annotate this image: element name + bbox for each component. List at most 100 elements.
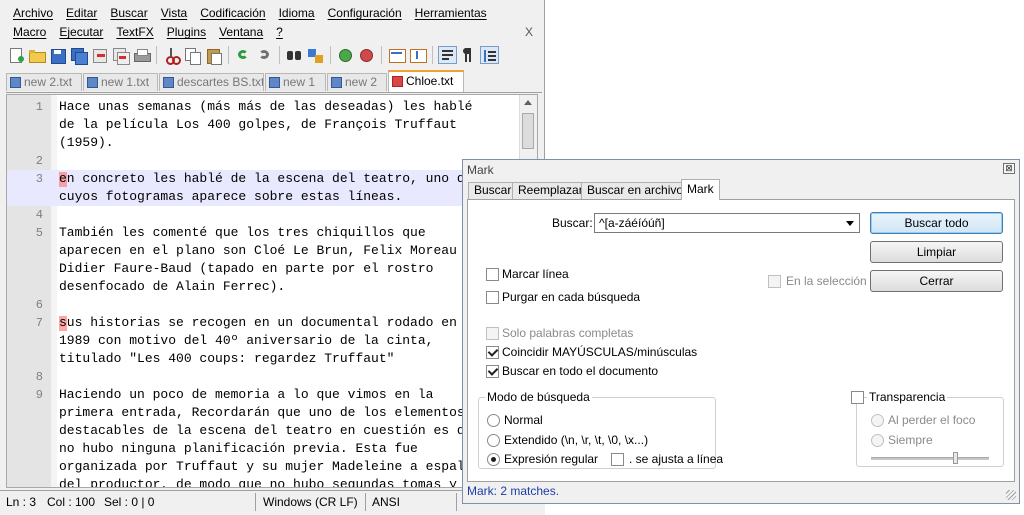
- sync-horizontal-icon[interactable]: [408, 46, 427, 64]
- tab-new-1[interactable]: new 1: [265, 73, 326, 91]
- slider-handle[interactable]: [953, 452, 958, 464]
- menu-configuracion[interactable]: Configuración: [325, 6, 405, 24]
- normal-radio[interactable]: [487, 414, 500, 427]
- editor-line[interactable]: de la película Los 400 golpes, de Franço…: [7, 116, 537, 134]
- search-combobox[interactable]: ^[a-záéíóúñ]: [594, 213, 860, 233]
- editor-line[interactable]: 2: [7, 152, 537, 170]
- editor-line[interactable]: destacables de la escena del teatro en c…: [7, 422, 537, 440]
- always-radio[interactable]: [871, 434, 884, 447]
- line-number: 3: [35, 172, 43, 186]
- editor-line[interactable]: 4: [7, 206, 537, 224]
- extended-radio[interactable]: [487, 434, 500, 447]
- purge-checkbox[interactable]: [486, 291, 499, 304]
- editor-line[interactable]: primera entrada, Recordarán que uno de l…: [7, 404, 537, 422]
- tab-descartes-bs-txt[interactable]: descartes BS.txt: [159, 73, 264, 91]
- text-editor[interactable]: 1 Hace unas semanas (más más de las desea…: [6, 94, 538, 488]
- editor-line[interactable]: aparecen en el plano son Cloé Le Brun, F…: [7, 242, 537, 260]
- show-all-chars-icon[interactable]: [459, 46, 478, 64]
- menu-ejecutar[interactable]: Ejecutar: [56, 25, 106, 43]
- zoom-out-icon[interactable]: [357, 46, 376, 64]
- find-icon[interactable]: [285, 46, 304, 64]
- new-file-icon[interactable]: [6, 46, 25, 64]
- mark-panel: Buscar: ^[a-záéíóúñ] Buscar todo Limpiar…: [467, 200, 1015, 482]
- open-file-icon[interactable]: [27, 46, 46, 64]
- editor-line[interactable]: 7 sus historias se recogen en un document…: [7, 314, 537, 332]
- editor-line[interactable]: (1959).: [7, 134, 537, 152]
- menu-herramientas[interactable]: Herramientas: [412, 6, 490, 24]
- chevron-down-icon[interactable]: [846, 221, 854, 226]
- editor-line[interactable]: 9 Haciendo un poco de memoria a lo que vi…: [7, 386, 537, 404]
- bookmark-line-checkbox[interactable]: [486, 268, 499, 281]
- menu-archivo[interactable]: Archivo: [10, 6, 56, 24]
- scrollbar-thumb[interactable]: [522, 113, 534, 149]
- tab-buscar-en-archivos[interactable]: Buscar en archivos: [581, 182, 696, 199]
- regex-radio[interactable]: [487, 453, 500, 466]
- editor-line[interactable]: 3 en concreto les hablé de la escena del …: [7, 170, 537, 188]
- editor-line[interactable]: titulado "Les 400 coups: regardez Truffa…: [7, 350, 537, 368]
- menu-editar[interactable]: Editar: [63, 6, 100, 24]
- menu-textfx[interactable]: TextFX: [113, 25, 156, 43]
- dot-newline-checkbox[interactable]: [611, 453, 624, 466]
- transparency-checkbox[interactable]: [851, 391, 864, 404]
- dialog-close-icon[interactable]: ⊠: [1003, 163, 1015, 174]
- paste-icon[interactable]: [204, 46, 223, 65]
- line-number: 5: [35, 226, 43, 240]
- scroll-up-icon[interactable]: [524, 100, 532, 105]
- undo-icon[interactable]: [234, 46, 253, 64]
- print-icon[interactable]: [132, 46, 151, 64]
- editor-line[interactable]: cuyos fotogramas aparece sobre estas lín…: [7, 188, 537, 206]
- line-number: 1: [35, 100, 43, 114]
- whole-word-checkbox[interactable]: [486, 327, 499, 340]
- transparency-slider[interactable]: [871, 452, 989, 464]
- dialog-title: Mark: [467, 163, 494, 177]
- editor-line[interactable]: 8: [7, 368, 537, 386]
- save-icon[interactable]: [48, 46, 67, 64]
- editor-line[interactable]: 6: [7, 296, 537, 314]
- close-document-icon[interactable]: X: [525, 25, 533, 39]
- wrap-around-label: Buscar en todo el documento: [502, 364, 659, 378]
- editor-line[interactable]: 5 También les comenté que los tres chiqui…: [7, 224, 537, 242]
- close-file-icon[interactable]: [90, 46, 109, 64]
- menu-codificacion[interactable]: Codificación: [197, 6, 268, 24]
- tab-new-1-txt[interactable]: new 1.txt: [83, 73, 158, 91]
- zoom-in-icon[interactable]: [336, 46, 355, 64]
- clear-button[interactable]: Limpiar: [870, 241, 1003, 263]
- word-wrap-icon[interactable]: [438, 46, 457, 64]
- wrap-around-checkbox[interactable]: [486, 365, 499, 378]
- copy-icon[interactable]: [183, 46, 202, 65]
- match-case-checkbox[interactable]: [486, 346, 499, 359]
- close-all-icon[interactable]: [111, 46, 130, 65]
- on-lose-focus-radio[interactable]: [871, 414, 884, 427]
- menu-macro[interactable]: Macro: [10, 25, 49, 43]
- redo-icon[interactable]: [255, 46, 274, 64]
- replace-icon[interactable]: [306, 46, 325, 64]
- menu-ventana[interactable]: Ventana: [216, 25, 266, 43]
- indent-guide-icon[interactable]: [480, 46, 499, 64]
- menu-idioma[interactable]: Idioma: [276, 6, 318, 24]
- save-all-icon[interactable]: [69, 46, 88, 65]
- editor-line[interactable]: organizada por Truffaut y su mujer Madel…: [7, 458, 537, 476]
- editor-line[interactable]: 1989 con motivo del 40º aniversario de l…: [7, 332, 537, 350]
- tab-chloe-txt[interactable]: Chloe.txt: [388, 70, 464, 92]
- menu-help[interactable]: ?: [273, 25, 286, 43]
- menu-plugins[interactable]: Plugins: [164, 25, 209, 43]
- editor-line[interactable]: no hubo ninguna planificación previa. Es…: [7, 440, 537, 458]
- tab-reemplazar[interactable]: Reemplazar: [512, 182, 589, 199]
- menu-buscar[interactable]: Buscar: [107, 6, 150, 24]
- menu-vista[interactable]: Vista: [158, 6, 190, 24]
- editor-line[interactable]: desenfocado de Alain Ferrec).: [7, 278, 537, 296]
- close-button[interactable]: Cerrar: [870, 270, 1003, 292]
- resize-grip-icon[interactable]: [1006, 490, 1016, 500]
- in-selection-checkbox[interactable]: [768, 275, 781, 288]
- tab-new-2[interactable]: new 2: [327, 73, 387, 91]
- tab-buscar[interactable]: Buscar: [468, 182, 518, 199]
- tab-new-2-txt[interactable]: new 2.txt: [6, 73, 82, 91]
- sync-vertical-icon[interactable]: [387, 46, 406, 64]
- cut-icon[interactable]: [162, 46, 181, 65]
- line-text: destacables de la escena del teatro en c…: [59, 423, 481, 438]
- editor-line[interactable]: 1 Hace unas semanas (más más de las desea…: [7, 98, 537, 116]
- tab-mark[interactable]: Mark: [681, 179, 720, 200]
- editor-line[interactable]: del productor, de modo que no hubo segun…: [7, 476, 537, 487]
- editor-line[interactable]: Didier Faure-Baud (tapado en parte por e…: [7, 260, 537, 278]
- find-all-button[interactable]: Buscar todo: [870, 212, 1003, 234]
